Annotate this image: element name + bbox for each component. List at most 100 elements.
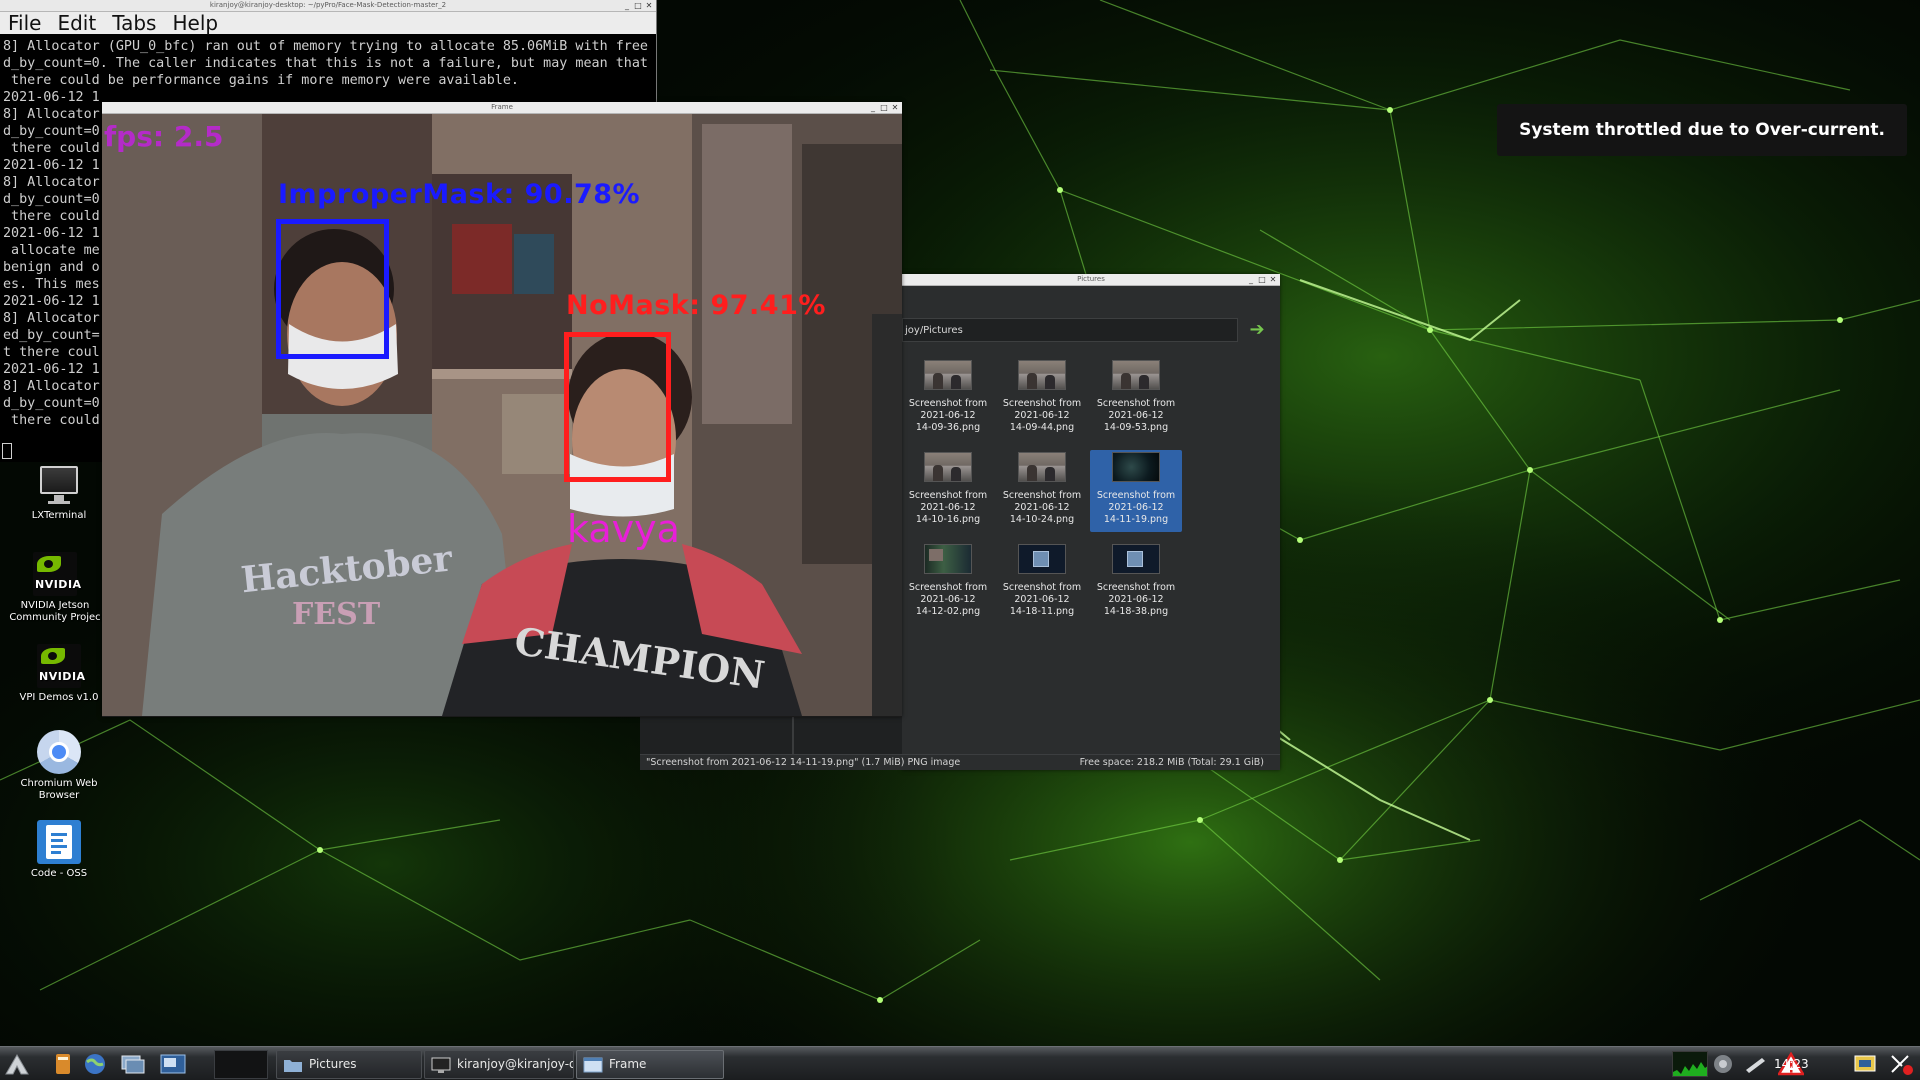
file-item[interactable]: Screenshot from 2021-06-12 14-18-38.png	[1090, 542, 1182, 624]
file-thumbnail	[1112, 452, 1160, 482]
nvidia-icon: NVIDIA	[33, 552, 81, 596]
nvidia-wordmark: NVIDIA	[39, 670, 86, 683]
desktop-icon-label: VPI Demos v1.0	[19, 692, 99, 703]
frame-title: Frame	[491, 103, 513, 111]
location-bar[interactable]: joy/Pictures	[902, 318, 1238, 342]
file-thumbnail	[1112, 360, 1160, 390]
terminal-cursor	[2, 443, 12, 459]
desktop-icon-label-line2: Community Projec	[9, 612, 101, 623]
pictures-window[interactable]: Pictures _ □ ✕ joy/Pictures ➔ Screenshot…	[640, 274, 1280, 770]
go-arrow-icon[interactable]: ➔	[1246, 319, 1268, 341]
window-icon	[583, 1057, 603, 1073]
taskbar: Pictures kiranjoy@kiranjoy-d... Frame 14…	[0, 1046, 1920, 1080]
monitor-icon	[37, 462, 81, 506]
menu-help[interactable]: Help	[172, 12, 218, 34]
file-name-line: Screenshot from	[1096, 582, 1176, 593]
task-button-pictures[interactable]: Pictures	[276, 1050, 422, 1079]
logout-icon[interactable]	[1888, 1052, 1914, 1076]
file-name-line: 14-18-11.png	[1009, 606, 1075, 617]
task-button-frame[interactable]: Frame	[576, 1050, 724, 1079]
file-manager-icon[interactable]	[50, 1052, 76, 1076]
file-thumbnail	[1112, 544, 1160, 574]
maximize-button[interactable]: □	[633, 0, 643, 11]
clock[interactable]: 14:23	[1774, 1047, 1809, 1080]
pictures-toolbar	[902, 286, 1280, 320]
file-name-line: 14-18-38.png	[1103, 606, 1169, 617]
svg-text:FEST: FEST	[292, 597, 381, 632]
desktop-icon-code-oss[interactable]: Code - OSS	[9, 820, 109, 880]
file-name-line: Screenshot from	[1096, 490, 1176, 501]
close-button[interactable]: ✕	[644, 0, 654, 11]
throttle-notification[interactable]: System throttled due to Over-current.	[1497, 104, 1907, 156]
file-name-line: 2021-06-12	[920, 502, 976, 513]
file-name-line: Screenshot from	[1002, 582, 1082, 593]
terminal-line: 8] Allocator (GPU_0_bfc) ran out of memo…	[3, 39, 648, 54]
pictures-titlebar[interactable]: Pictures _ □ ✕	[902, 274, 1280, 286]
minimize-button[interactable]: _	[868, 102, 878, 113]
terminal-titlebar[interactable]: kiranjoy@kiranjoy-desktop: ~/pyPro/Face-…	[0, 0, 656, 12]
task-button-terminal[interactable]: kiranjoy@kiranjoy-d...	[424, 1050, 574, 1079]
file-name-line: 14-11-19.png	[1103, 514, 1169, 525]
terminal-line: there could be performance gains if more…	[3, 73, 519, 88]
file-name-line: Screenshot from	[908, 582, 988, 593]
desktop-icon-label: Code - OSS	[30, 868, 88, 879]
file-thumbnail	[1018, 544, 1066, 574]
status-file-info: "Screenshot from 2021-06-12 14-11-19.png…	[646, 757, 961, 768]
file-item[interactable]: Screenshot from 2021-06-12 14-10-24.png	[996, 450, 1088, 532]
camera-feed: Hacktober FEST CHAMPION ImproperMask: 90…	[102, 114, 902, 716]
terminal-menubar: File Edit Tabs Help	[0, 12, 656, 34]
chromium-icon	[37, 730, 81, 774]
nvidia-wordmark: NVIDIA	[35, 578, 82, 591]
terminal-line: d_by_count=0. The caller indicates that …	[3, 56, 648, 71]
desktop-icon-label: Chromium Web	[20, 778, 98, 789]
show-desktop-icon[interactable]	[120, 1052, 146, 1076]
file-name-line: 2021-06-12	[1014, 502, 1070, 513]
browser-icon[interactable]	[82, 1052, 108, 1076]
fps-counter: fps: 2.5	[104, 120, 224, 153]
desktop-icon-lxterminal[interactable]: LXTerminal	[9, 462, 109, 522]
file-item[interactable]: Screenshot from 2021-06-12 14-09-53.png	[1090, 358, 1182, 440]
volume-icon[interactable]	[1710, 1052, 1736, 1076]
file-item[interactable]: Screenshot from 2021-06-12 14-09-36.png	[902, 358, 994, 440]
terminal-icon	[431, 1057, 451, 1073]
desktop-icon-nvidia-jetson[interactable]: NVIDIA NVIDIA Jetson Community Projec	[5, 552, 105, 624]
menu-tabs[interactable]: Tabs	[112, 12, 156, 34]
pictures-title: Pictures	[1077, 275, 1105, 283]
file-item[interactable]: Screenshot from 2021-06-12 14-12-02.png	[902, 542, 994, 624]
file-name-line: 2021-06-12	[1108, 410, 1164, 421]
status-bar: "Screenshot from 2021-06-12 14-11-19.png…	[640, 754, 1280, 770]
workspace-switcher-icon[interactable]	[160, 1052, 186, 1076]
close-button[interactable]: ✕	[890, 102, 900, 113]
nvidia-icon: NVIDIA	[37, 644, 85, 688]
file-thumbnail	[1018, 452, 1066, 482]
frame-window[interactable]: Frame _ □ ✕ Hacktober FEST CHAMPION Impr…	[102, 102, 902, 717]
frame-titlebar[interactable]: Frame _ □ ✕	[102, 102, 902, 114]
file-item[interactable]: Screenshot from 2021-06-12 14-10-16.png	[902, 450, 994, 532]
file-item[interactable]: Screenshot from 2021-06-12 14-11-19.png	[1090, 450, 1182, 532]
folder-icon	[284, 1060, 302, 1072]
notification-tray-icon[interactable]	[1852, 1052, 1878, 1076]
file-name-line: 14-10-16.png	[915, 514, 981, 525]
network-icon[interactable]	[1742, 1052, 1768, 1076]
status-free-space: Free space: 218.2 MiB (Total: 29.1 GiB)	[1079, 757, 1264, 768]
file-item[interactable]: Screenshot from 2021-06-12 14-09-44.png	[996, 358, 1088, 440]
maximize-button[interactable]: □	[879, 102, 889, 113]
file-name-line: Screenshot from	[1002, 490, 1082, 501]
file-name-line: Screenshot from	[908, 490, 988, 501]
file-item[interactable]: Screenshot from 2021-06-12 14-18-11.png	[996, 542, 1088, 624]
workspace-pager[interactable]	[214, 1050, 268, 1079]
file-name-line: 2021-06-12	[920, 594, 976, 605]
start-menu-icon[interactable]	[4, 1052, 30, 1076]
minimize-button[interactable]: _	[622, 0, 632, 11]
menu-edit[interactable]: Edit	[57, 12, 96, 34]
task-label: Pictures	[309, 1057, 357, 1071]
maximize-button[interactable]: □	[1257, 274, 1267, 285]
desktop-icon-chromium[interactable]: Chromium Web Browser	[9, 730, 109, 802]
cpu-monitor-graph	[1672, 1051, 1708, 1077]
minimize-button[interactable]: _	[1246, 274, 1256, 285]
file-name-line: 14-09-44.png	[1009, 422, 1075, 433]
menu-file[interactable]: File	[8, 12, 41, 34]
close-button[interactable]: ✕	[1268, 274, 1278, 285]
desktop-icon-vpi-demos[interactable]: NVIDIA VPI Demos v1.0	[9, 644, 109, 704]
file-thumbnail	[1018, 360, 1066, 390]
